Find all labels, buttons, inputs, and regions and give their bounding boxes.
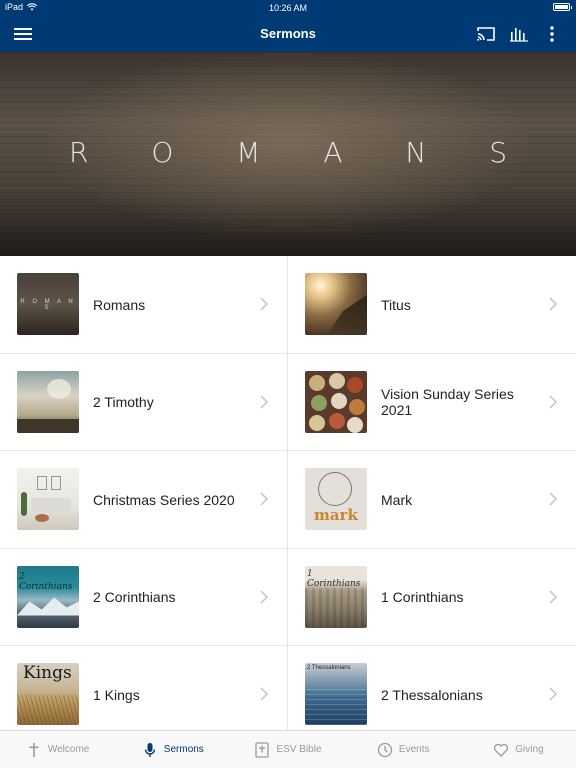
series-item-christmas-2020[interactable]: Christmas Series 2020 <box>0 451 288 549</box>
tab-label: Giving <box>515 744 544 755</box>
chevron-right-icon <box>260 492 269 506</box>
more-options-button[interactable] <box>540 22 564 46</box>
audio-button[interactable] <box>507 22 531 46</box>
app-bar: Sermons <box>0 16 576 52</box>
tab-esv-bible[interactable]: ESV Bible <box>230 731 345 768</box>
tab-bar: Welcome Sermons ESV Bible Events Giving <box>0 730 576 768</box>
chevron-right-icon <box>549 589 558 604</box>
tab-sermons[interactable]: Sermons <box>115 731 230 768</box>
series-item-vision-sunday[interactable]: Vision Sunday Series 2021 <box>288 354 576 451</box>
cross-icon <box>29 742 39 757</box>
tab-welcome[interactable]: Welcome <box>0 731 115 768</box>
series-item-2-thessalonians[interactable]: 2 Thessalonians 2 Thessalonians <box>288 646 576 730</box>
series-thumbnail: Kings <box>17 663 79 725</box>
bible-icon <box>255 741 270 758</box>
tab-events[interactable]: Events <box>346 731 461 768</box>
chevron-right-icon <box>549 297 558 311</box>
series-item-2-timothy[interactable]: 2 Timothy <box>0 353 288 451</box>
series-label: Titus <box>381 296 411 313</box>
series-label: 2 Timothy <box>93 394 154 410</box>
audio-bars-icon <box>510 28 528 42</box>
series-item-titus[interactable]: Titus <box>288 256 576 354</box>
status-bar: iPad 10:26 AM <box>0 0 576 16</box>
series-label: 1 Corinthians <box>381 589 464 605</box>
chevron-right-icon <box>260 589 269 604</box>
series-label: 2 Thessalonians <box>381 686 483 703</box>
chevron-right-icon <box>260 394 269 409</box>
series-thumbnail: 1 Corinthians <box>305 565 367 628</box>
series-item-2-corinthians[interactable]: 2 Corinthians 2 Corinthians <box>0 548 288 646</box>
series-thumbnail: R O M A N S <box>17 273 79 335</box>
series-item-mark[interactable]: mark Mark <box>288 451 576 549</box>
banner-title: R O M A N S <box>68 136 535 169</box>
series-label: Mark <box>381 491 413 508</box>
series-thumbnail <box>17 468 79 530</box>
series-label: Romans <box>93 296 146 313</box>
featured-series-banner[interactable]: R O M A N S <box>0 52 576 256</box>
series-item-romans[interactable]: R O M A N S Romans <box>0 256 288 354</box>
clock-time: 10:26 AM <box>268 3 308 13</box>
series-thumbnail <box>305 370 367 433</box>
chevron-right-icon <box>549 492 558 506</box>
clock-icon <box>377 742 393 757</box>
wifi-icon <box>27 3 38 11</box>
tab-label: Sermons <box>163 744 204 755</box>
series-label: Christmas Series 2020 <box>93 491 235 508</box>
series-label: Vision Sunday Series 2021 <box>381 386 514 418</box>
series-label: 1 Kings <box>93 686 140 703</box>
device-name: iPad <box>5 2 24 12</box>
series-thumbnail: 2 Thessalonians <box>305 663 367 725</box>
chevron-right-icon <box>260 687 269 701</box>
series-thumbnail <box>305 273 367 335</box>
series-item-1-kings[interactable]: Kings 1 Kings <box>0 646 288 730</box>
series-label: 2 Corinthians <box>93 589 176 605</box>
cast-icon <box>477 27 495 41</box>
series-item-1-corinthians[interactable]: 1 Corinthians 1 Corinthians <box>288 549 576 646</box>
series-thumbnail <box>17 370 79 433</box>
series-thumbnail: mark <box>305 468 367 530</box>
series-grid: R O M A N S Romans Titus 2 Timothy Visio… <box>0 256 576 730</box>
series-thumbnail: 2 Corinthians <box>17 565 79 628</box>
battery-icon <box>553 3 572 11</box>
tab-label: Welcome <box>47 744 90 755</box>
chevron-right-icon <box>549 687 558 701</box>
chevron-right-icon <box>549 394 558 409</box>
microphone-icon <box>144 742 155 757</box>
tab-giving[interactable]: Giving <box>461 731 576 768</box>
heart-icon <box>494 743 509 757</box>
cast-button[interactable] <box>474 22 498 46</box>
chevron-right-icon <box>260 297 269 311</box>
tab-label: ESV Bible <box>276 744 322 755</box>
more-vertical-icon <box>550 26 554 42</box>
tab-label: Events <box>398 744 430 755</box>
